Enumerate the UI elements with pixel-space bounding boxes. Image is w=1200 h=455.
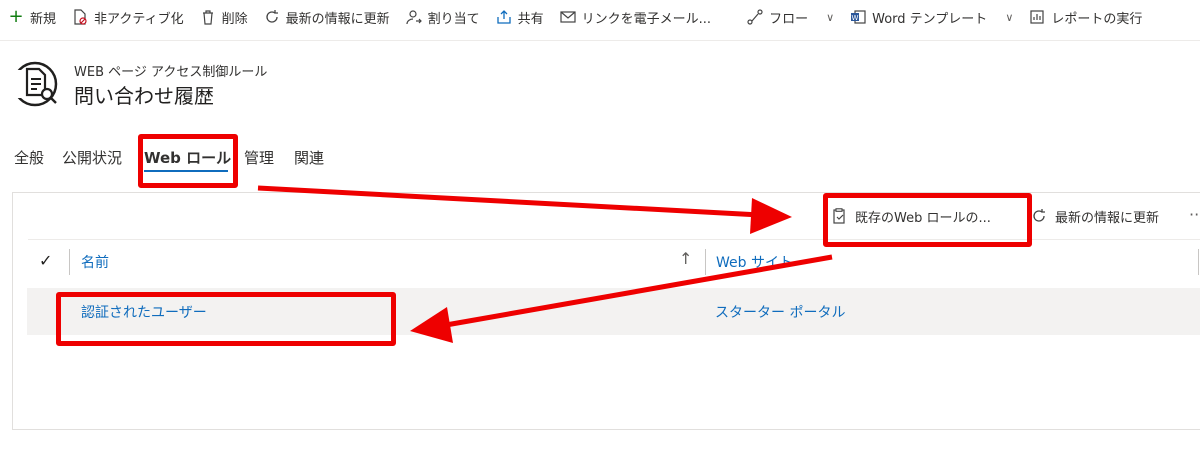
row-website-link[interactable]: スターター ポータル (715, 302, 845, 322)
tab-general[interactable]: 全般 (0, 146, 62, 176)
chevron-down-icon: ∨ (826, 10, 835, 24)
toolbar-divider (0, 40, 1200, 41)
svg-text:W: W (852, 14, 859, 22)
subgrid-refresh-button[interactable]: 最新の情報に更新 (1031, 193, 1159, 239)
column-divider (705, 249, 706, 275)
share-icon (496, 9, 512, 25)
trash-icon (200, 9, 216, 25)
report-icon (1029, 9, 1045, 25)
column-divider (69, 249, 70, 275)
delete-button[interactable]: 削除 (192, 0, 256, 34)
refresh-button[interactable]: 最新の情報に更新 (256, 0, 398, 34)
entity-type-label: WEB ページ アクセス制御ルール (74, 65, 268, 80)
tab-related[interactable]: 関連 (294, 146, 334, 176)
column-header-website[interactable]: Web サイト (716, 252, 793, 272)
record-document-icon (12, 60, 60, 108)
highlight-add-existing-button (823, 193, 1032, 247)
command-bar: + 新規 非アクティブ化 削除 最新の情報に更新 割り当て 共有 リンクを電子メ… (0, 0, 1200, 34)
tab-administration[interactable]: 管理 (244, 146, 294, 176)
highlight-authenticated-users-row (56, 292, 396, 346)
chevron-down-icon: ∨ (1005, 10, 1014, 24)
flow-button[interactable]: フロー ∨ (739, 0, 842, 34)
refresh-icon (1031, 208, 1047, 224)
share-button[interactable]: 共有 (488, 0, 552, 34)
email-link-icon (560, 9, 576, 25)
sort-ascending-icon[interactable]: ↑ (679, 249, 692, 268)
column-divider (1198, 249, 1199, 275)
word-icon: W (850, 9, 866, 25)
new-button[interactable]: + 新規 (0, 0, 64, 34)
refresh-icon (264, 9, 280, 25)
select-all-checkmark-icon[interactable]: ✓ (39, 251, 52, 270)
deactivate-button[interactable]: 非アクティブ化 (64, 0, 192, 34)
word-template-button[interactable]: W Word テンプレート ∨ (842, 0, 1021, 34)
plus-icon: + (8, 6, 24, 27)
deactivate-document-icon (72, 9, 88, 25)
record-title: 問い合わせ履歴 (74, 84, 214, 108)
assign-person-icon (406, 9, 422, 25)
highlight-web-roles-tab (138, 134, 238, 188)
email-link-button[interactable]: リンクを電子メール... (552, 0, 719, 34)
assign-button[interactable]: 割り当て (398, 0, 488, 34)
flow-icon (747, 9, 763, 25)
column-header-name[interactable]: 名前 (81, 252, 109, 272)
more-commands-icon[interactable]: ··· (1189, 205, 1200, 224)
tab-publishing[interactable]: 公開状況 (62, 146, 142, 176)
run-report-button[interactable]: レポートの実行 (1021, 0, 1150, 34)
